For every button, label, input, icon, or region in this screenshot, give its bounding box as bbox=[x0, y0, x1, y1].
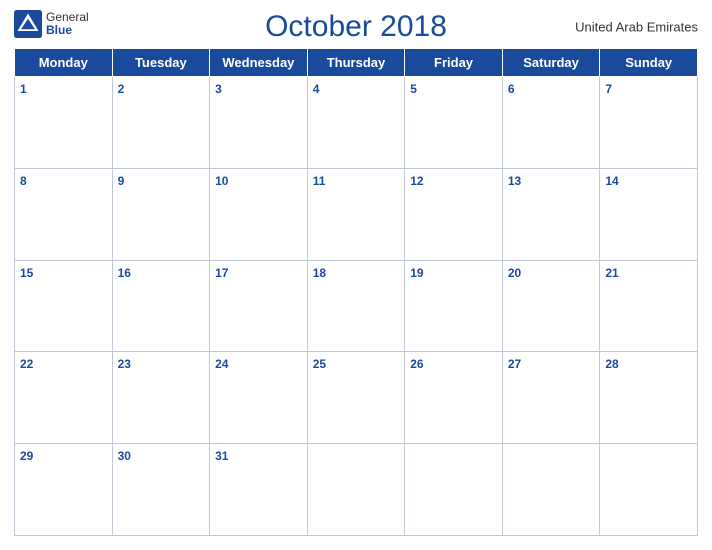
day-number: 5 bbox=[410, 82, 417, 96]
day-number: 20 bbox=[508, 266, 521, 280]
calendar-cell: 7 bbox=[600, 77, 698, 169]
calendar-cell: 27 bbox=[502, 352, 600, 444]
day-number: 9 bbox=[118, 174, 125, 188]
calendar-body: 1234567891011121314151617181920212223242… bbox=[15, 77, 698, 536]
calendar-cell: 25 bbox=[307, 352, 405, 444]
calendar-cell: 31 bbox=[210, 444, 308, 536]
day-number: 25 bbox=[313, 357, 326, 371]
calendar-cell: 5 bbox=[405, 77, 503, 169]
calendar-cell: 17 bbox=[210, 260, 308, 352]
calendar-cell: 16 bbox=[112, 260, 210, 352]
day-number: 13 bbox=[508, 174, 521, 188]
week-row-5: 29 30 31 bbox=[15, 444, 698, 536]
header-top: General Blue October 2018 United Arab Em… bbox=[14, 10, 698, 44]
calendar-table: Monday Tuesday Wednesday Thursday Friday… bbox=[14, 48, 698, 536]
day-number: 30 bbox=[118, 449, 131, 463]
calendar-cell: 22 bbox=[15, 352, 113, 444]
logo-text: General Blue bbox=[46, 11, 89, 37]
day-number: 12 bbox=[410, 174, 423, 188]
calendar-cell: 28 bbox=[600, 352, 698, 444]
day-number: 18 bbox=[313, 266, 326, 280]
generalblue-logo-icon bbox=[14, 10, 42, 38]
calendar-cell: 14 bbox=[600, 168, 698, 260]
logo-area: General Blue bbox=[14, 10, 89, 38]
weekday-thursday: Thursday bbox=[307, 49, 405, 77]
day-number: 1 bbox=[20, 82, 27, 96]
day-number: 22 bbox=[20, 357, 33, 371]
day-number: 2 bbox=[118, 82, 125, 96]
day-number: 28 bbox=[605, 357, 618, 371]
calendar-cell: 8 bbox=[15, 168, 113, 260]
calendar-cell: 4 bbox=[307, 77, 405, 169]
calendar-container: General Blue October 2018 United Arab Em… bbox=[0, 0, 712, 550]
weekday-friday: Friday bbox=[405, 49, 503, 77]
weekday-tuesday: Tuesday bbox=[112, 49, 210, 77]
calendar-cell: 12 bbox=[405, 168, 503, 260]
week-row-1: 1 2 3 4 5 6 7 bbox=[15, 77, 698, 169]
day-number: 11 bbox=[313, 174, 326, 188]
day-number: 14 bbox=[605, 174, 618, 188]
day-number: 31 bbox=[215, 449, 228, 463]
day-number: 15 bbox=[20, 266, 33, 280]
calendar-cell: 11 bbox=[307, 168, 405, 260]
weekday-monday: Monday bbox=[15, 49, 113, 77]
day-number: 16 bbox=[118, 266, 131, 280]
day-number: 19 bbox=[410, 266, 423, 280]
calendar-cell: 15 bbox=[15, 260, 113, 352]
calendar-cell: 13 bbox=[502, 168, 600, 260]
weekday-wednesday: Wednesday bbox=[210, 49, 308, 77]
calendar-cell: 21 bbox=[600, 260, 698, 352]
calendar-cell: 26 bbox=[405, 352, 503, 444]
week-row-2: 8 9 10 11 12 13 14 bbox=[15, 168, 698, 260]
day-number: 3 bbox=[215, 82, 222, 96]
day-number: 10 bbox=[215, 174, 228, 188]
day-number: 17 bbox=[215, 266, 228, 280]
day-number: 4 bbox=[313, 82, 320, 96]
calendar-cell: 6 bbox=[502, 77, 600, 169]
calendar-cell: 19 bbox=[405, 260, 503, 352]
day-number: 29 bbox=[20, 449, 33, 463]
calendar-cell: 2 bbox=[112, 77, 210, 169]
calendar-cell: 18 bbox=[307, 260, 405, 352]
day-number: 24 bbox=[215, 357, 228, 371]
calendar-cell: 10 bbox=[210, 168, 308, 260]
country-label: United Arab Emirates bbox=[575, 20, 698, 35]
weekday-saturday: Saturday bbox=[502, 49, 600, 77]
logo-blue-text: Blue bbox=[46, 24, 89, 37]
calendar-cell: 30 bbox=[112, 444, 210, 536]
weekday-header-row: Monday Tuesday Wednesday Thursday Friday… bbox=[15, 49, 698, 77]
calendar-cell: 9 bbox=[112, 168, 210, 260]
day-number: 26 bbox=[410, 357, 423, 371]
calendar-cell bbox=[502, 444, 600, 536]
day-number: 8 bbox=[20, 174, 27, 188]
day-number: 21 bbox=[605, 266, 618, 280]
calendar-cell: 24 bbox=[210, 352, 308, 444]
calendar-cell: 23 bbox=[112, 352, 210, 444]
calendar-cell: 20 bbox=[502, 260, 600, 352]
calendar-cell bbox=[600, 444, 698, 536]
month-title: October 2018 bbox=[265, 10, 447, 44]
week-row-3: 15 16 17 18 19 20 21 bbox=[15, 260, 698, 352]
day-number: 7 bbox=[605, 82, 612, 96]
calendar-cell bbox=[405, 444, 503, 536]
day-number: 23 bbox=[118, 357, 131, 371]
day-number: 27 bbox=[508, 357, 521, 371]
calendar-cell: 1 bbox=[15, 77, 113, 169]
calendar-cell: 29 bbox=[15, 444, 113, 536]
calendar-cell: 3 bbox=[210, 77, 308, 169]
weekday-sunday: Sunday bbox=[600, 49, 698, 77]
day-number: 6 bbox=[508, 82, 515, 96]
week-row-4: 22 23 24 25 26 27 28 bbox=[15, 352, 698, 444]
calendar-cell bbox=[307, 444, 405, 536]
